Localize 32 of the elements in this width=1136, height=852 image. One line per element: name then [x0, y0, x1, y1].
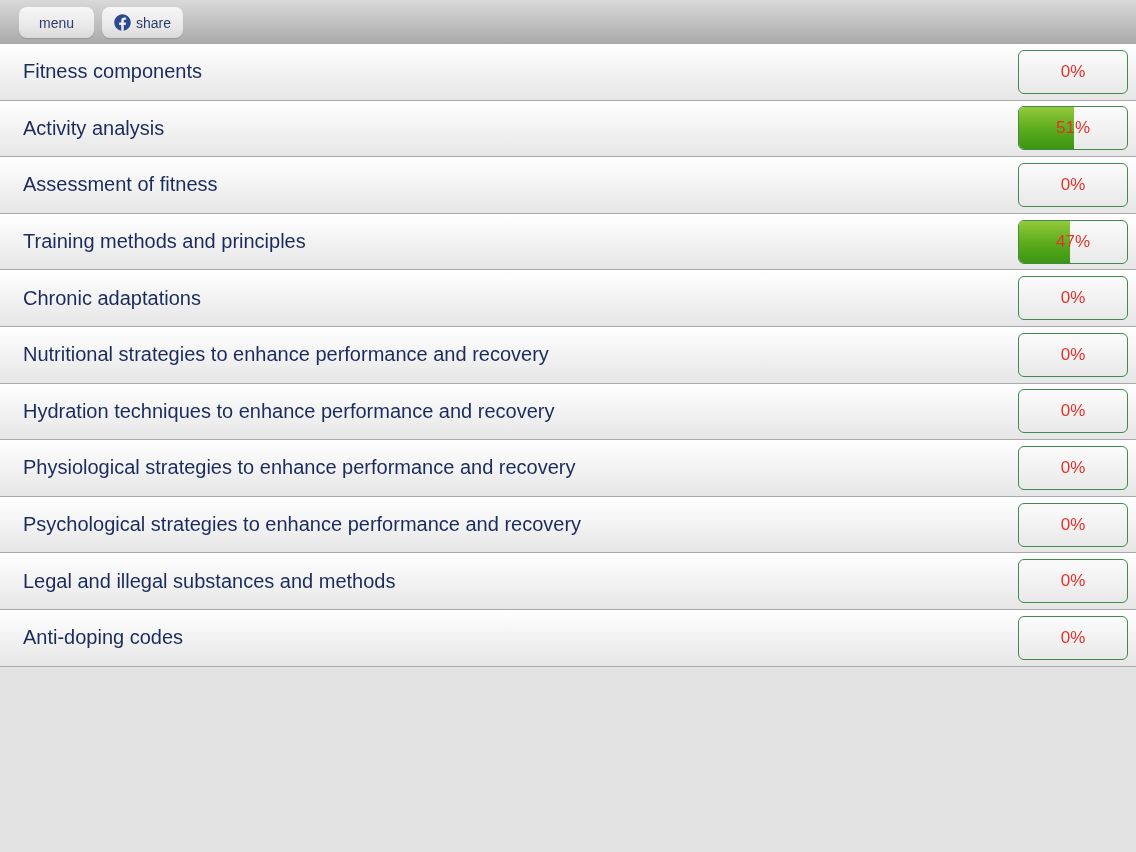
topic-row[interactable]: Nutritional strategies to enhance performance and recovery 0%	[0, 326, 1136, 384]
topic-row[interactable]: Assessment of fitness 0%	[0, 157, 1136, 214]
topic-row[interactable]: Physiological strategies to enhance performance and recovery 0%	[0, 440, 1136, 497]
progress-percent: 0%	[1060, 571, 1086, 592]
topic-row[interactable]: Hydration techniques to enhance performance and recovery 0%	[0, 383, 1136, 441]
topic-row[interactable]: Chronic adaptations 0%	[0, 270, 1136, 327]
topic-row[interactable]: Fitness components 0%	[0, 44, 1136, 101]
progress-percent: 0%	[1060, 457, 1086, 478]
progress-percent: 0%	[1060, 627, 1086, 648]
topic-title: Hydration techniques to enhance performance and recovery	[23, 399, 555, 423]
topic-title: Physiological strategies to enhance performance and recovery	[23, 456, 576, 480]
topic-title: Anti-doping codes	[23, 626, 184, 650]
topic-title: Activity analysis	[23, 116, 165, 140]
topic-title: Chronic adaptations	[23, 286, 201, 310]
topic-title: Training methods and principles	[23, 230, 306, 254]
progress-percent: 0%	[1060, 401, 1086, 422]
progress-percent: 0%	[1060, 514, 1086, 535]
topic-title: Fitness components	[23, 60, 202, 84]
topic-title: Assessment of fitness	[23, 173, 218, 197]
menu-button[interactable]: menu	[19, 7, 94, 38]
topic-title: Nutritional strategies to enhance performance and recovery	[23, 343, 549, 367]
topic-title: Legal and illegal substances and methods	[23, 569, 396, 593]
facebook-logo-icon	[114, 14, 131, 31]
topic-row[interactable]: Anti-doping codes 0%	[0, 609, 1136, 667]
share-button[interactable]: share	[102, 7, 184, 38]
topic-row[interactable]: Legal and illegal substances and methods 0%	[0, 553, 1136, 610]
topic-row[interactable]: Psychological strategies to enhance performance and recovery 0%	[0, 496, 1136, 554]
progress-percent: 0%	[1060, 288, 1086, 309]
topic-title: Psychological strategies to enhance performance and recovery	[23, 513, 582, 537]
progress-percent: 0%	[1060, 61, 1086, 82]
progress-percent: 0%	[1060, 175, 1086, 195]
progress-percent: 0%	[1060, 344, 1086, 365]
